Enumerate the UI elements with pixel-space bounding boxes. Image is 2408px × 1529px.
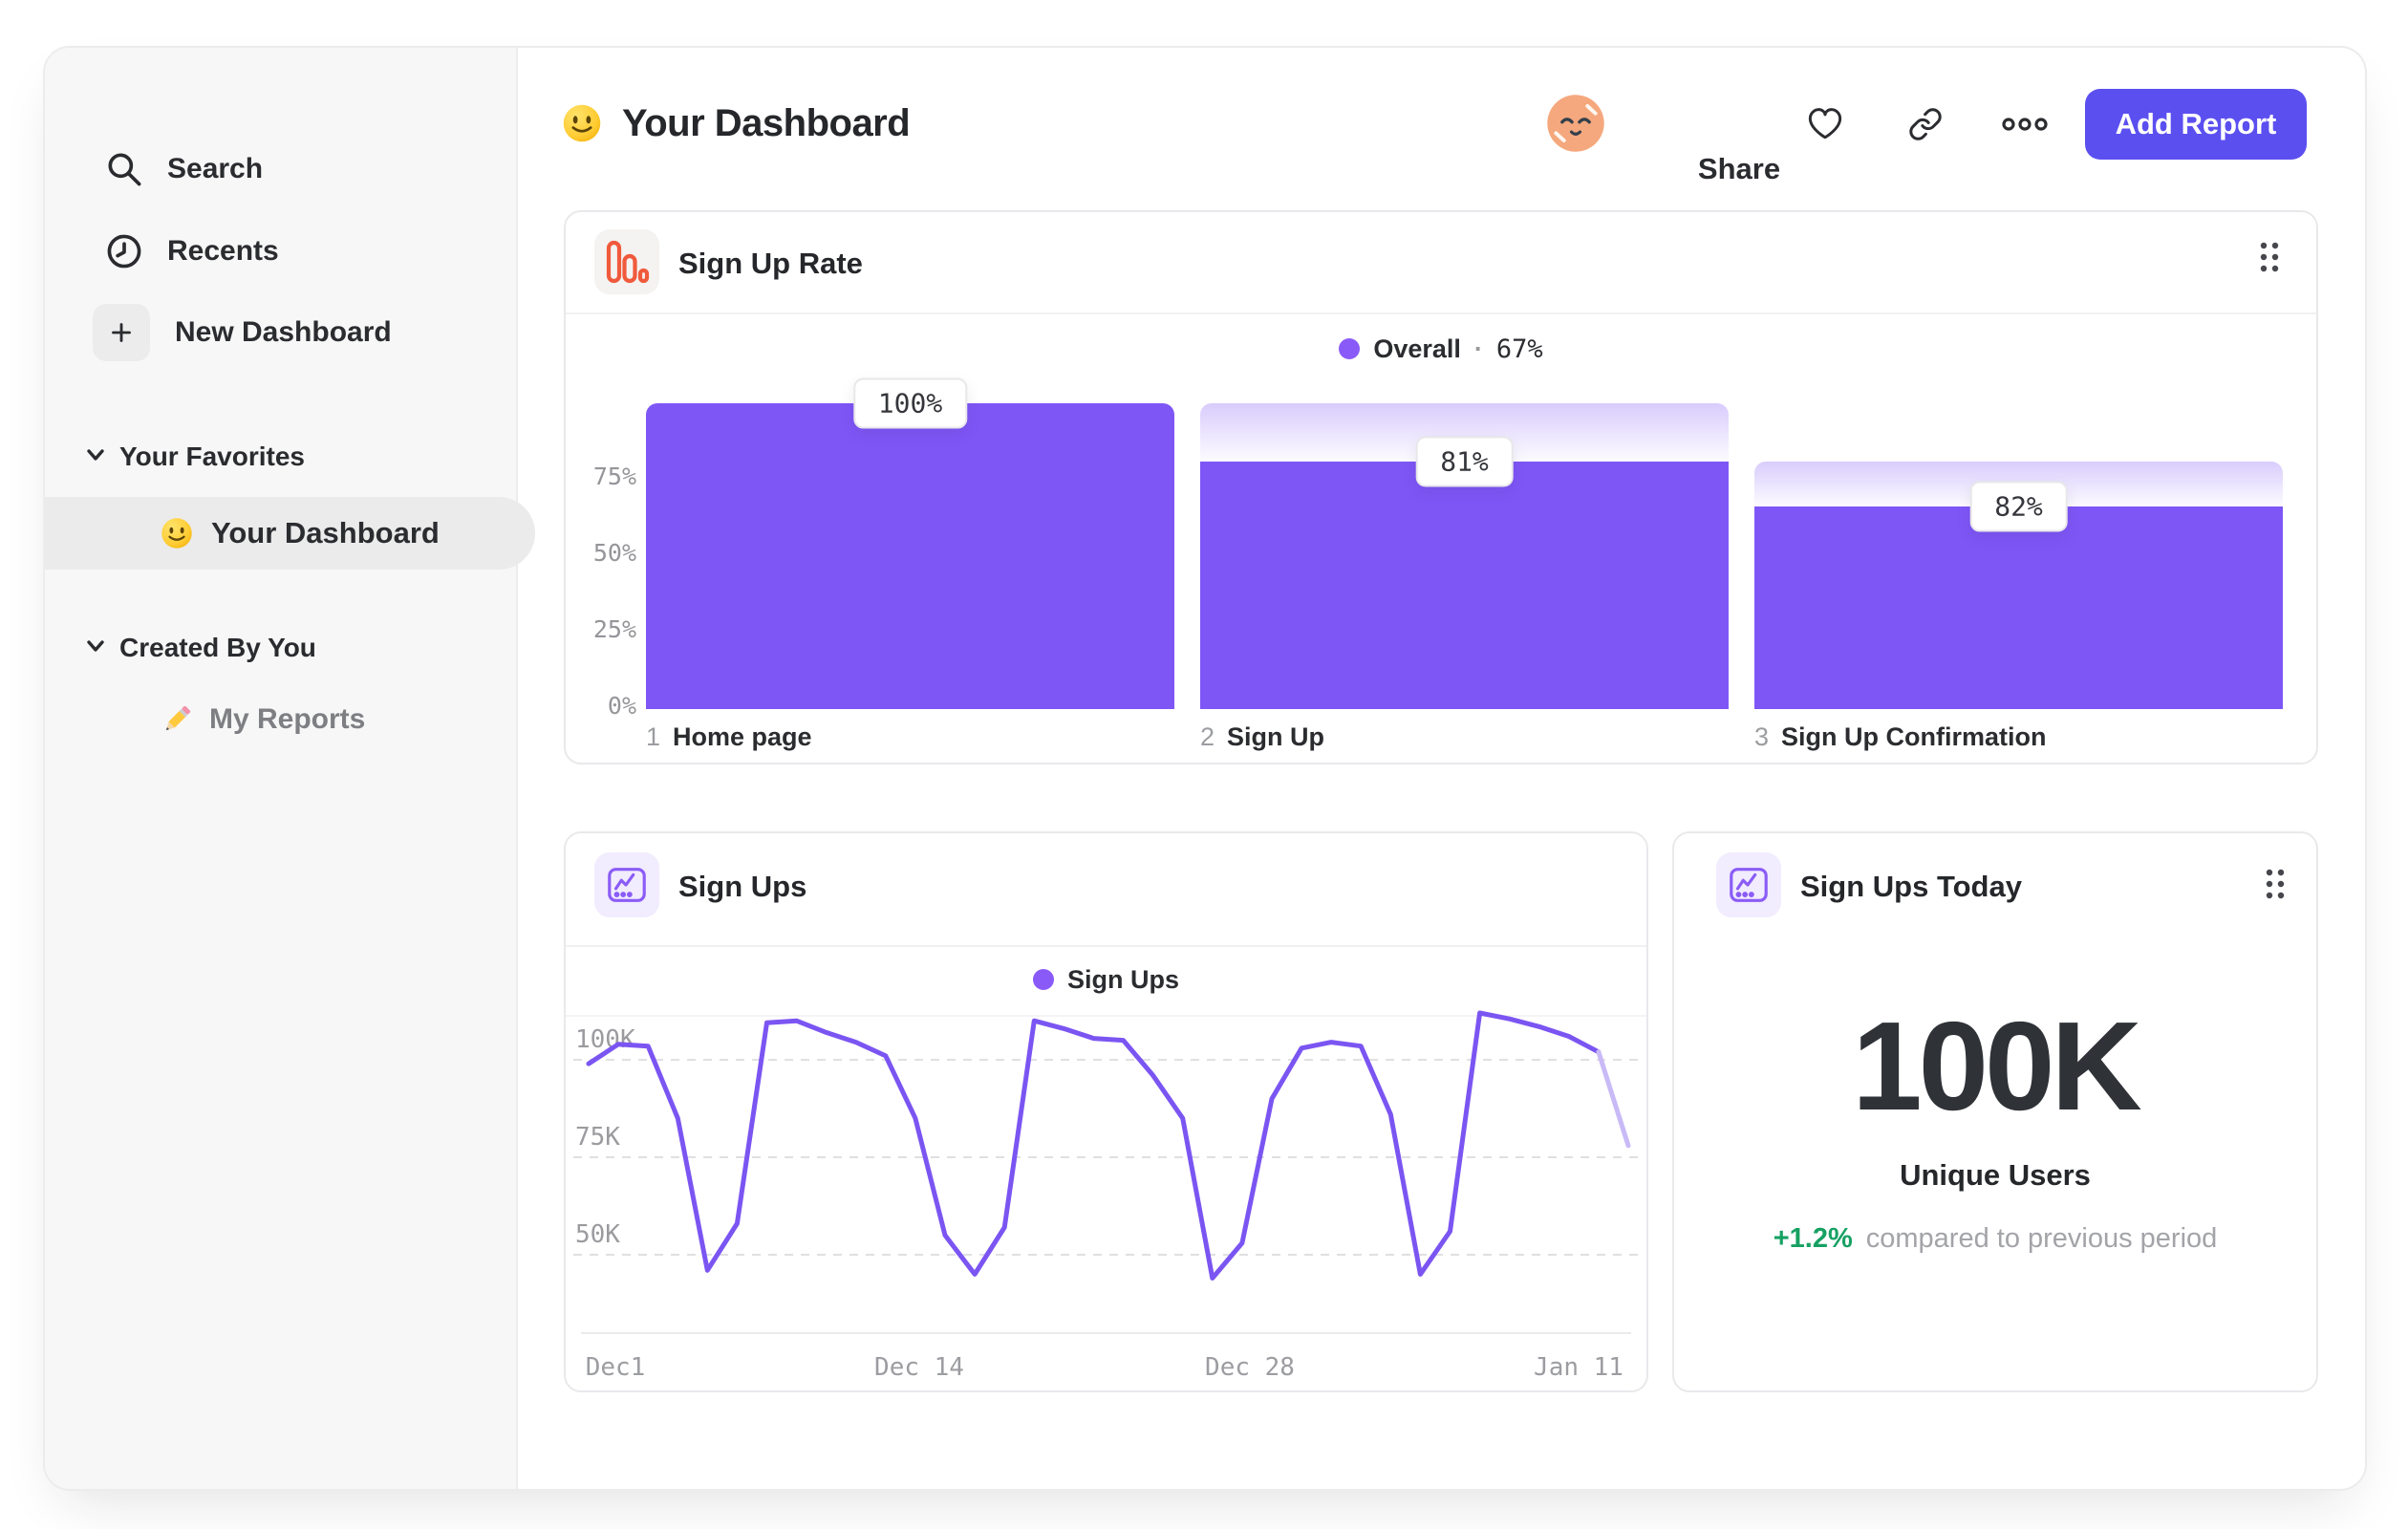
bar-value-tooltip: 100% xyxy=(852,377,968,429)
funnel-bar[interactable] xyxy=(1754,506,2283,709)
bar-category-label: 3 Sign Up Confirmation xyxy=(1754,722,2047,752)
share-button[interactable]: Share xyxy=(1687,149,1792,189)
sidebar-section-your-favorites[interactable]: Your Favorites xyxy=(85,438,305,476)
kpi-value: 100K xyxy=(1852,996,2142,1136)
bar-step-name: Home page xyxy=(673,722,812,751)
x-axis-tick: Dec 28 xyxy=(1205,1353,1295,1382)
plus-icon xyxy=(93,304,150,361)
x-axis-tick: Dec1 xyxy=(585,1353,646,1382)
card-title: Sign Ups Today xyxy=(1800,870,2022,903)
line-chart: 100K 75K 50K Dec1 Dec 14 Dec 28 Jan 11 xyxy=(566,833,1646,1390)
sidebar-item-your-dashboard[interactable]: Your Dashboard xyxy=(45,497,535,570)
ellipsis-icon[interactable] xyxy=(2001,111,2049,138)
funnel-bar[interactable] xyxy=(1200,461,1729,709)
x-axis-tick: Dec 14 xyxy=(874,1353,964,1382)
avatar[interactable] xyxy=(1546,94,1605,153)
search-icon xyxy=(102,147,146,191)
chevron-down-icon xyxy=(85,638,106,658)
bar-step-name: Sign Up Confirmation xyxy=(1781,722,2047,751)
bar-step-number: 1 xyxy=(646,722,661,751)
y-axis-tick: 0% xyxy=(607,692,636,720)
card-sign-up-rate: Sign Up Rate Overall · 67% 75% 50% 25% 0% 10… xyxy=(564,210,2318,764)
sidebar: Search Recents New Dashboard Your Favori… xyxy=(45,48,535,1489)
page-title: Your Dashboard xyxy=(622,101,911,144)
kpi-delta-note: compared to previous period xyxy=(1865,1223,2218,1254)
y-axis-tick: 25% xyxy=(592,615,636,643)
bar-category-label: 2 Sign Up xyxy=(1200,722,1324,752)
card-sign-ups-today: Sign Ups Today 100K Unique Users +1.2% c… xyxy=(1672,831,2318,1392)
add-report-button[interactable]: Add Report xyxy=(2085,89,2307,160)
sidebar-section-created-by-you[interactable]: Created By You xyxy=(85,629,316,667)
bar-value-tooltip: 82% xyxy=(1969,481,2068,532)
funnel-chart: 75% 50% 25% 0% 100% 1 Home page 81% 2 Sign Up 82% 3… xyxy=(566,212,2316,763)
sidebar-item-search[interactable]: Search xyxy=(102,139,263,200)
bar-step-number: 2 xyxy=(1200,722,1215,751)
line-chart-icon xyxy=(1716,852,1781,917)
section-title: Your Favorites xyxy=(119,441,305,471)
line-series xyxy=(586,1010,1602,1281)
section-title: Created By You xyxy=(119,633,316,662)
chevron-down-icon xyxy=(85,447,106,467)
smiley-emoji xyxy=(561,102,603,144)
page-header-title: Your Dashboard xyxy=(561,97,911,149)
y-axis-tick: 75% xyxy=(592,463,636,490)
sidebar-item-label: New Dashboard xyxy=(175,316,392,348)
link-icon[interactable] xyxy=(1907,106,1944,142)
card-sign-ups: Sign Ups Sign Ups 100K 75K 50K Dec1 Dec 14 De… xyxy=(564,831,1648,1392)
bar-value-tooltip: 81% xyxy=(1415,436,1514,487)
x-axis-line xyxy=(581,1332,1631,1334)
sidebar-item-recents[interactable]: Recents xyxy=(102,221,279,282)
sidebar-item-label: My Reports xyxy=(209,703,366,735)
bar-category-label: 1 Home page xyxy=(646,722,812,752)
kpi-delta-row: +1.2% compared to previous period xyxy=(1674,1223,2316,1255)
sidebar-item-label: Search xyxy=(167,153,264,184)
x-axis-tick: Jan 11 xyxy=(1534,1353,1623,1382)
bar-step-name: Sign Up xyxy=(1227,722,1325,751)
app-window: Search Recents New Dashboard Your Favori… xyxy=(43,46,2367,1491)
smiley-emoji xyxy=(160,516,194,550)
kpi-subtitle: Unique Users xyxy=(1900,1158,2091,1192)
funnel-bar[interactable] xyxy=(646,403,1174,709)
sidebar-item-label: Recents xyxy=(167,235,279,267)
sidebar-item-my-reports[interactable]: My Reports xyxy=(160,690,365,749)
kpi-delta: +1.2% xyxy=(1773,1223,1853,1254)
pencil-emoji xyxy=(160,702,194,737)
bar-step-number: 3 xyxy=(1754,722,1770,751)
y-axis-tick: 50% xyxy=(592,539,636,567)
sidebar-item-label: Your Dashboard xyxy=(211,516,440,549)
line-chart-svg xyxy=(573,1010,1643,1281)
drag-handle-icon[interactable] xyxy=(2265,868,2286,905)
line-series-faded-tail xyxy=(1596,1049,1631,1149)
clock-icon xyxy=(102,229,146,273)
heart-icon[interactable] xyxy=(1805,104,1845,142)
sidebar-item-new-dashboard[interactable]: New Dashboard xyxy=(93,302,392,363)
desktop: Search Recents New Dashboard Your Favori… xyxy=(0,0,2408,1529)
